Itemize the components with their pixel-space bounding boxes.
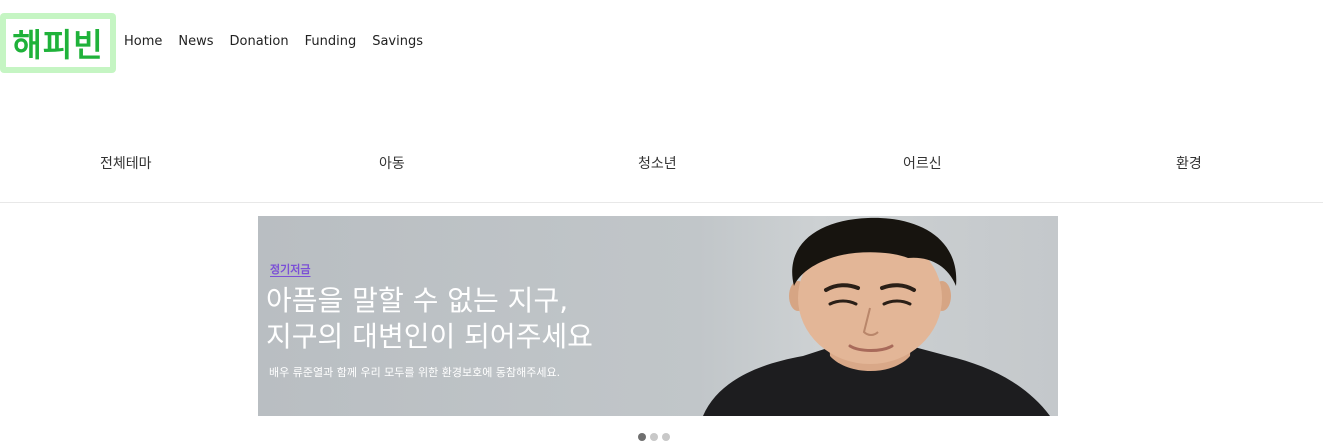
carousel-dot-3[interactable] bbox=[662, 433, 670, 441]
logo-text: 해피빈 bbox=[12, 26, 104, 64]
hero-banner[interactable]: 정기저금 아픔을 말할 수 없는 지구, 지구의 대변인이 되어주세요 배우 류… bbox=[258, 216, 1058, 416]
nav-donation[interactable]: Donation bbox=[230, 34, 289, 49]
banner-portrait-image bbox=[703, 217, 1050, 416]
banner-title-line1: 아픔을 말할 수 없는 지구, bbox=[266, 284, 569, 317]
banner-title-line2: 지구의 대변인이 되어주세요 bbox=[266, 320, 593, 353]
banner-title: 아픔을 말할 수 없는 지구, 지구의 대변인이 되어주세요 bbox=[266, 283, 593, 355]
site-header: 해피빈 Home News Donation Funding Savings bbox=[0, 0, 1323, 80]
happybean-logo[interactable]: 해피빈 bbox=[0, 13, 116, 73]
tab-seniors[interactable]: 어르신 bbox=[903, 153, 942, 173]
nav-funding[interactable]: Funding bbox=[305, 34, 357, 49]
carousel-indicators bbox=[638, 433, 670, 441]
main-nav: Home News Donation Funding Savings bbox=[124, 34, 423, 49]
tab-youth[interactable]: 청소년 bbox=[638, 153, 677, 173]
banner-subtitle: 배우 류준열과 함께 우리 모두를 위한 환경보호에 동참해주세요. bbox=[269, 366, 561, 379]
tab-all-themes[interactable]: 전체테마 bbox=[100, 153, 152, 173]
nav-savings[interactable]: Savings bbox=[372, 34, 423, 49]
carousel-dot-2[interactable] bbox=[650, 433, 658, 441]
theme-tabs: 전체테마 아동 청소년 어르신 환경 bbox=[0, 153, 1323, 177]
nav-news[interactable]: News bbox=[178, 34, 213, 49]
tab-environment[interactable]: 환경 bbox=[1176, 153, 1202, 173]
theme-divider bbox=[0, 202, 1323, 203]
logo-inner: 해피빈 bbox=[6, 19, 110, 67]
banner-category-tag[interactable]: 정기저금 bbox=[270, 261, 310, 277]
tab-children[interactable]: 아동 bbox=[379, 153, 405, 173]
nav-home[interactable]: Home bbox=[124, 34, 162, 49]
carousel-dot-1[interactable] bbox=[638, 433, 646, 441]
